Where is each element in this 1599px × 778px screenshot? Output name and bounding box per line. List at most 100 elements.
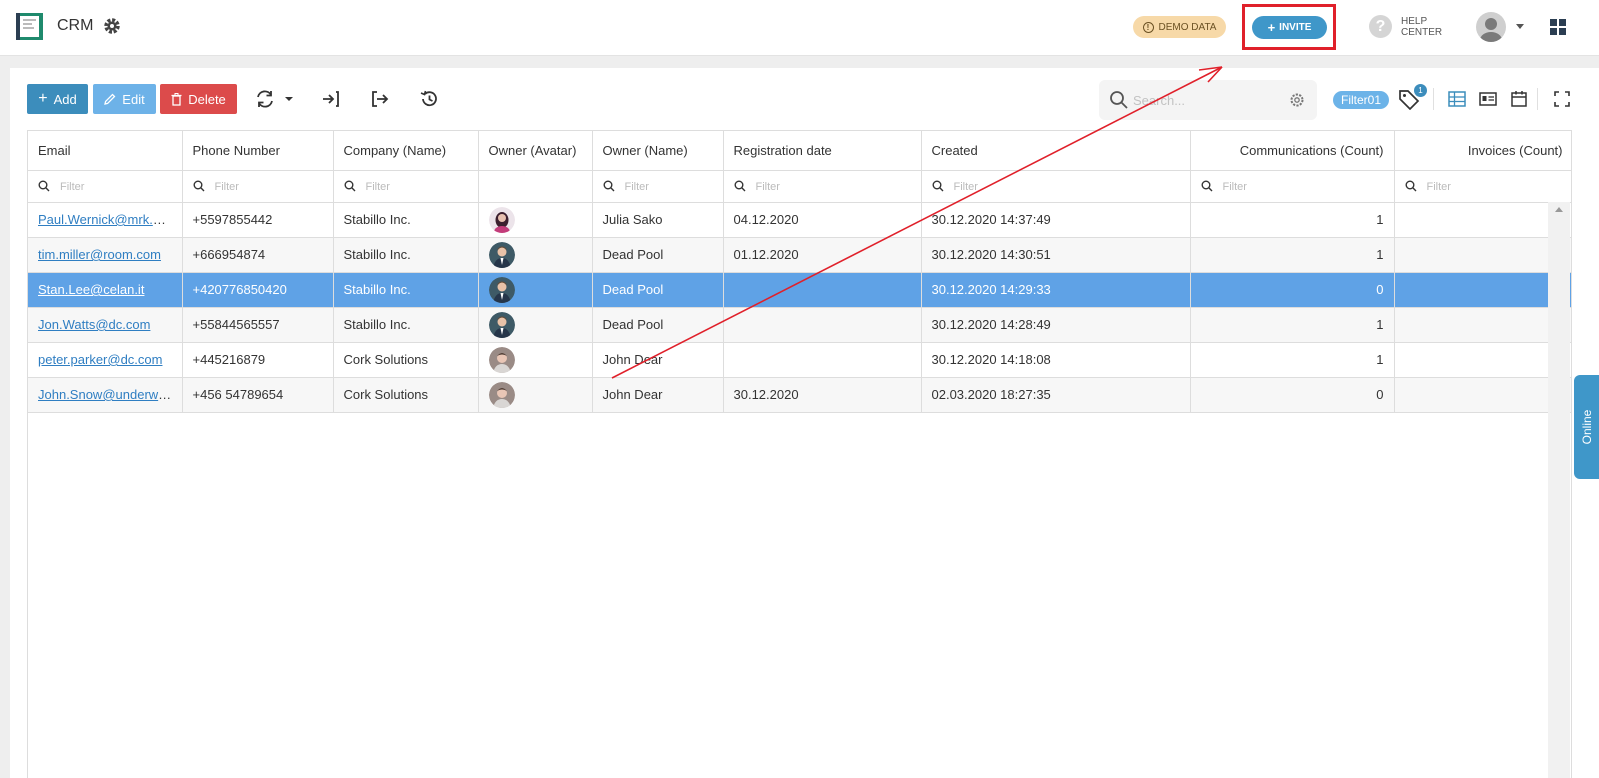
cell-owner-avatar	[478, 342, 593, 378]
card-view-icon[interactable]	[1479, 90, 1497, 108]
filter-search-icon	[603, 180, 614, 191]
filter-cell-invoices[interactable]: Filter	[1394, 170, 1571, 203]
fullscreen-icon[interactable]	[1553, 90, 1571, 108]
cell-owner-name: Dead Pool	[592, 237, 724, 273]
cell-registration-date: 01.12.2020	[723, 237, 922, 273]
cell-company: Cork Solutions	[333, 342, 479, 378]
cell-phone: +5597855442	[182, 202, 334, 238]
column-header-invoices[interactable]: Invoices (Count)	[1394, 131, 1571, 171]
calendar-view-icon[interactable]	[1510, 90, 1528, 108]
column-header-registration-date[interactable]: Registration date	[723, 131, 922, 171]
add-label: Add	[53, 91, 77, 107]
column-header-company[interactable]: Company (Name)	[333, 131, 479, 171]
toolbar-divider	[1433, 88, 1434, 110]
filter-cell-owner-avatar	[478, 170, 593, 203]
column-header-owner-avatar[interactable]: Owner (Avatar)	[478, 131, 593, 171]
filter-cell-company[interactable]: Filter	[333, 170, 479, 203]
table-row[interactable]: peter.parker@dc.com +445216879 Cork Soluti…	[28, 342, 1571, 378]
filter-placeholder: Filter	[1426, 180, 1451, 193]
table-row[interactable]: John.Snow@underworld.com+456 54789654Cor…	[28, 377, 1571, 413]
info-icon: !	[1142, 21, 1154, 33]
cell-invoices	[1394, 237, 1571, 273]
avatar	[488, 346, 582, 373]
filter-cell-email[interactable]: Filter	[28, 170, 183, 203]
apps-grid-icon[interactable]	[1550, 19, 1566, 35]
filter-placeholder: Filter	[60, 180, 85, 193]
cell-communications: 1	[1190, 237, 1395, 273]
table-row[interactable]: tim.miller@room.com +666954874 Stabillo In…	[28, 237, 1571, 273]
chevron-down-icon[interactable]	[1516, 24, 1524, 29]
demo-data-label: DEMO DATA	[1158, 21, 1217, 33]
filter-search-icon	[1201, 180, 1212, 191]
help-icon[interactable]: ?	[1369, 15, 1392, 38]
filter-search-icon	[1405, 180, 1416, 191]
delete-button[interactable]: Delete	[160, 84, 237, 114]
search-settings-icon[interactable]	[1289, 92, 1305, 108]
search-input[interactable]	[1133, 90, 1283, 110]
column-header-communications[interactable]: Communications (Count)	[1190, 131, 1395, 171]
cell-created: 30.12.2020 14:29:33	[921, 272, 1191, 308]
vertical-scrollbar[interactable]	[1548, 202, 1570, 778]
cell-owner-avatar	[478, 272, 593, 308]
cell-phone: +445216879	[182, 342, 334, 378]
email-link[interactable]: Jon.Watts@dc.com	[38, 317, 150, 332]
cell-company: Cork Solutions	[333, 377, 479, 413]
chevron-down-icon[interactable]	[284, 88, 294, 110]
plus-icon: +	[38, 90, 48, 107]
filter-cell-communications[interactable]: Filter	[1190, 170, 1395, 203]
cell-owner-name: Dead Pool	[592, 272, 724, 308]
toolbar-divider	[1537, 88, 1538, 110]
cell-email: Stan.Lee@celan.it	[28, 272, 183, 308]
cell-company: Stabillo Inc.	[333, 237, 479, 273]
gear-icon[interactable]	[102, 16, 122, 36]
help-line-1: HELP	[1401, 16, 1428, 27]
crm-logo-icon[interactable]	[16, 13, 43, 40]
cell-owner-avatar	[478, 377, 593, 413]
app-title[interactable]: CRM	[57, 17, 93, 35]
filter-chip[interactable]: Filter01	[1333, 91, 1389, 109]
column-header-created[interactable]: Created	[921, 131, 1191, 171]
edit-label: Edit	[122, 91, 145, 107]
export-icon[interactable]	[369, 88, 391, 110]
filter-cell-phone[interactable]: Filter	[182, 170, 334, 203]
avatar	[488, 241, 582, 268]
cell-owner-name: Dead Pool	[592, 307, 724, 343]
tag-count-badge: 1	[1414, 84, 1427, 97]
column-header-owner-name[interactable]: Owner (Name)	[592, 131, 724, 171]
email-link[interactable]: peter.parker@dc.com	[38, 352, 162, 367]
import-icon[interactable]	[320, 88, 342, 110]
table-row[interactable]: Jon.Watts@dc.com +55844565557 Stabillo Inc…	[28, 307, 1571, 343]
cell-communications: 1	[1190, 307, 1395, 343]
online-tab[interactable]: Online	[1574, 375, 1599, 479]
column-header-phone[interactable]: Phone Number	[182, 131, 334, 171]
cell-invoices	[1394, 377, 1571, 413]
filter-placeholder: Filter	[755, 180, 780, 193]
filter-cell-owner-name[interactable]: Filter	[592, 170, 724, 203]
filter-cell-created[interactable]: Filter	[921, 170, 1191, 203]
demo-data-badge[interactable]: ! DEMO DATA	[1133, 16, 1226, 38]
email-link[interactable]: tim.miller@room.com	[38, 247, 161, 262]
cell-owner-avatar	[478, 307, 593, 343]
column-header-email[interactable]: Email	[28, 131, 183, 171]
cell-invoices	[1394, 202, 1571, 238]
cell-registration-date	[723, 342, 922, 378]
scroll-up-icon[interactable]	[1555, 207, 1563, 212]
add-button[interactable]: + Add	[27, 84, 88, 114]
filter-cell-registration-date[interactable]: Filter	[723, 170, 922, 203]
edit-button[interactable]: Edit	[93, 84, 156, 114]
header-row: Email Phone Number Company (Name) Owner …	[28, 131, 1571, 171]
user-avatar-icon[interactable]	[1476, 12, 1506, 42]
history-icon[interactable]	[418, 88, 440, 110]
email-link[interactable]: Paul.Wernick@mrk.com	[38, 212, 177, 227]
email-link[interactable]: Stan.Lee@celan.it	[38, 282, 144, 297]
table-view-icon[interactable]	[1448, 90, 1466, 108]
trash-icon	[171, 92, 182, 106]
table-row[interactable]: Stan.Lee@celan.it +420776850420 Stabillo I…	[28, 272, 1571, 308]
cell-communications: 1	[1190, 342, 1395, 378]
table-row[interactable]: Paul.Wernick@mrk.com +5597855442 Stabillo …	[28, 202, 1571, 238]
help-center-link[interactable]: HELP CENTER	[1401, 16, 1442, 38]
email-link[interactable]: John.Snow@underworld.com	[38, 387, 181, 402]
cell-registration-date	[723, 307, 922, 343]
filter-placeholder: Filter	[214, 180, 239, 193]
refresh-icon[interactable]	[254, 88, 276, 110]
